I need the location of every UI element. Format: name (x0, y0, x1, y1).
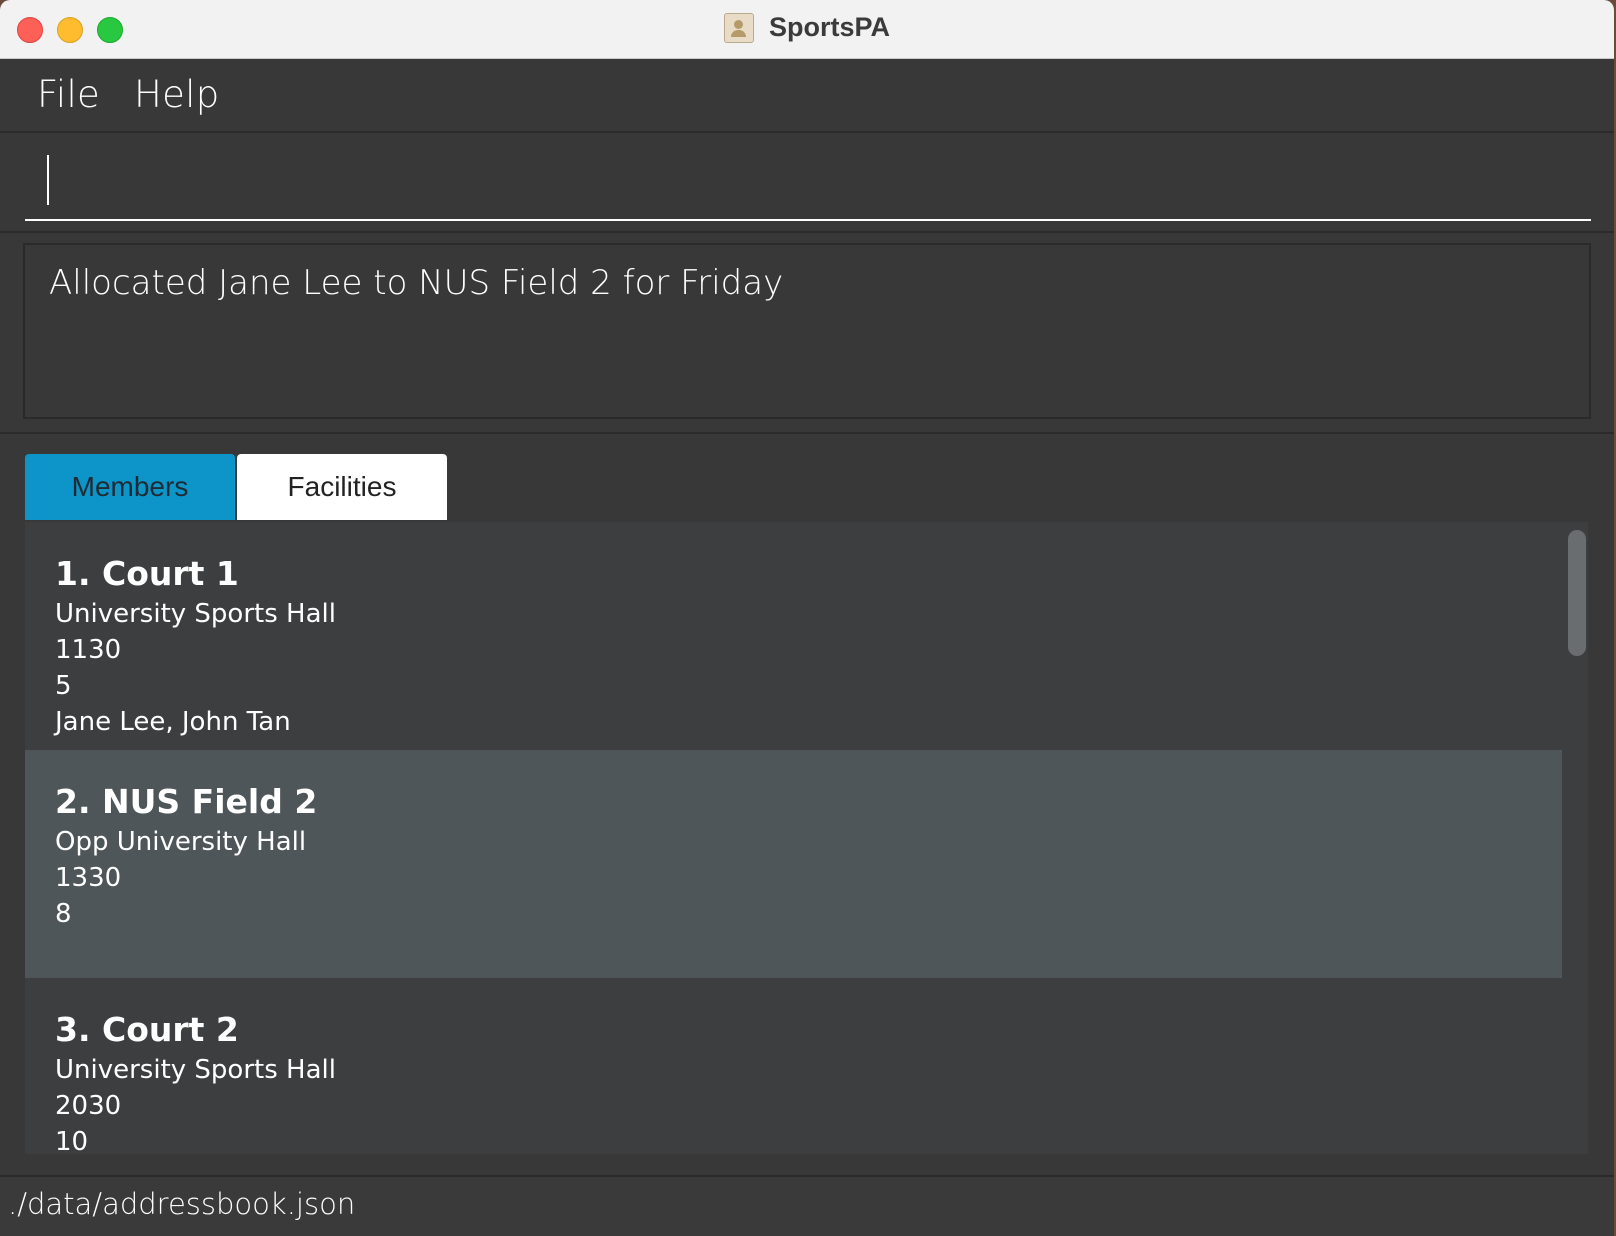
app-window: SportsPA File Help Allocated Jane Lee to… (0, 0, 1614, 1236)
window-title-group: SportsPA (0, 12, 1614, 46)
command-input[interactable] (25, 143, 1591, 221)
result-display[interactable]: Allocated Jane Lee to NUS Field 2 for Fr… (23, 243, 1591, 419)
facility-time: 1330 (55, 863, 122, 893)
facility-location: University Sports Hall (55, 599, 336, 629)
status-file-path: ./data/addressbook.json (8, 1187, 356, 1221)
facility-time: 1130 (55, 635, 122, 665)
window-title: SportsPA (769, 12, 891, 42)
list-item[interactable]: 3. Court 2 University Sports Hall 2030 1… (25, 978, 1562, 1154)
command-box-area (0, 133, 1614, 233)
text-caret (47, 155, 49, 205)
list-bottom-padding (0, 1156, 1614, 1175)
status-bar: ./data/addressbook.json (0, 1175, 1614, 1236)
facility-members: Jane Lee, John Tan (55, 707, 291, 737)
facility-location: University Sports Hall (55, 1055, 336, 1085)
result-display-area: Allocated Jane Lee to NUS Field 2 for Fr… (0, 233, 1614, 434)
list-scrollbar[interactable] (1562, 522, 1588, 1154)
facility-name: 2. NUS Field 2 (55, 782, 318, 821)
menu-help[interactable]: Help (134, 73, 220, 116)
menu-file[interactable]: File (37, 73, 100, 116)
facility-name: 3. Court 2 (55, 1010, 239, 1049)
facility-time: 2030 (55, 1091, 122, 1121)
list-item[interactable]: 2. NUS Field 2 Opp University Hall 1330 … (25, 750, 1562, 978)
facility-capacity: 10 (55, 1127, 89, 1154)
result-message: Allocated Jane Lee to NUS Field 2 for Fr… (49, 263, 784, 303)
facility-capacity: 8 (55, 899, 72, 929)
facility-name: 1. Court 1 (55, 554, 239, 593)
menu-bar: File Help (0, 59, 1614, 133)
tab-facilities[interactable]: Facilities (237, 454, 447, 520)
tab-members[interactable]: Members (25, 454, 235, 520)
list-item[interactable]: 1. Court 1 University Sports Hall 1130 5… (25, 522, 1562, 750)
facility-capacity: 5 (55, 671, 72, 701)
address-book-icon (723, 12, 754, 43)
scrollbar-thumb[interactable] (1568, 530, 1586, 656)
title-bar: SportsPA (0, 0, 1614, 59)
facility-location: Opp University Hall (55, 827, 307, 857)
facility-list[interactable]: 1. Court 1 University Sports Hall 1130 5… (25, 522, 1588, 1154)
